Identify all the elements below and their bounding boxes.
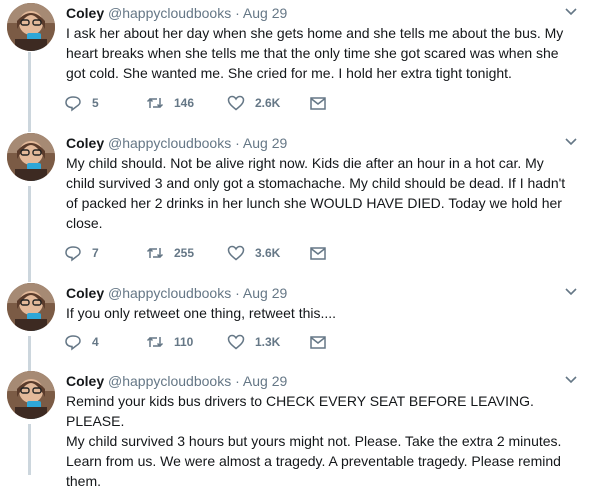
retweet-button[interactable]: 146 [146, 93, 194, 113]
avatar[interactable] [7, 133, 55, 181]
like-count: 3.6K [255, 246, 281, 260]
avatar[interactable] [7, 3, 55, 51]
display-name[interactable]: Coley [66, 5, 104, 21]
direct-message-button[interactable] [309, 243, 337, 263]
handle[interactable]: @happycloudbooks [108, 5, 231, 21]
tweet-text: My child should. Not be alive right now.… [66, 153, 576, 233]
chevron-down-icon[interactable] [564, 7, 578, 17]
direct-message-button[interactable] [309, 93, 337, 113]
tweet-text: If you only retweet one thing, retweet t… [66, 303, 576, 323]
retweet-button[interactable]: 255 [146, 243, 194, 263]
tweet-header: Coley @happycloudbooks · Aug 29 [66, 134, 287, 152]
tweet[interactable]: Coley @happycloudbooks · Aug 29 If you o… [0, 283, 598, 363]
handle[interactable]: @happycloudbooks [108, 373, 231, 389]
tweet-line: If you only retweet one thing, retweet t… [66, 305, 337, 321]
retweet-icon [146, 247, 164, 259]
chevron-down-icon[interactable] [564, 287, 578, 297]
separator: · [235, 285, 240, 301]
tweet[interactable]: Coley @happycloudbooks · Aug 29 Remind y… [0, 371, 598, 489]
tweet-line: child survived 3 and only got a stomacha… [66, 175, 566, 191]
like-count: 2.6K [255, 96, 281, 110]
like-count: 1.3K [255, 335, 281, 349]
reply-icon [65, 335, 81, 351]
tweet-line: them. [66, 473, 102, 489]
reply-count: 5 [92, 96, 99, 110]
display-name[interactable]: Coley [66, 285, 104, 301]
separator: · [235, 5, 240, 21]
retweet-icon [146, 336, 164, 348]
timestamp[interactable]: Aug 29 [243, 5, 287, 21]
tweet-header: Coley @happycloudbooks · Aug 29 [66, 284, 287, 302]
reply-button[interactable]: 5 [64, 93, 99, 113]
envelope-icon [310, 336, 326, 349]
tweet-actions: 5 146 2.6K [64, 93, 364, 113]
tweet-line: of packed her 2 drinks in her lunch she … [66, 195, 562, 211]
tweet-text: I ask her about her day when she gets ho… [66, 23, 576, 83]
timestamp[interactable]: Aug 29 [243, 285, 287, 301]
tweet-header: Coley @happycloudbooks · Aug 29 [66, 372, 287, 390]
heart-icon [227, 334, 245, 350]
retweet-button[interactable]: 110 [146, 332, 193, 352]
tweet[interactable]: Coley @happycloudbooks · Aug 29 I ask he… [0, 3, 598, 123]
tweet-line: Remind your kids bus drivers to CHECK EV… [66, 393, 534, 429]
display-name[interactable]: Coley [66, 135, 104, 151]
retweet-count: 110 [174, 335, 194, 349]
avatar[interactable] [7, 283, 55, 331]
tweet-line: I ask her about her day when she gets ho… [66, 25, 564, 41]
envelope-icon [310, 247, 326, 260]
timestamp[interactable]: Aug 29 [243, 373, 287, 389]
retweet-count: 255 [174, 246, 195, 260]
reply-count: 7 [92, 246, 99, 260]
timestamp[interactable]: Aug 29 [243, 135, 287, 151]
separator: · [235, 373, 240, 389]
tweet-actions: 4 110 1.3K [64, 332, 364, 352]
like-button[interactable]: 1.3K [227, 332, 280, 352]
tweet-line: My child survived 3 hours but yours migh… [66, 433, 562, 449]
avatar[interactable] [7, 371, 55, 419]
heart-icon [227, 95, 245, 111]
handle[interactable]: @happycloudbooks [108, 135, 231, 151]
reply-button[interactable]: 7 [64, 243, 99, 263]
retweet-count: 146 [174, 96, 195, 110]
envelope-icon [310, 97, 326, 110]
like-button[interactable]: 3.6K [227, 243, 280, 263]
like-button[interactable]: 2.6K [227, 93, 280, 113]
separator: · [235, 135, 240, 151]
tweet-text: Remind your kids bus drivers to CHECK EV… [66, 391, 576, 491]
reply-icon [65, 246, 81, 262]
tweet-line: got cold. She wanted me. She cried for m… [66, 65, 512, 81]
tweet[interactable]: Coley @happycloudbooks · Aug 29 My child… [0, 133, 598, 273]
reply-icon [65, 96, 81, 112]
tweet-line: Learn from us. We were almost a tragedy.… [66, 453, 561, 469]
handle[interactable]: @happycloudbooks [108, 285, 231, 301]
heart-icon [227, 245, 245, 261]
direct-message-button[interactable] [309, 332, 337, 352]
reply-button[interactable]: 4 [64, 332, 99, 352]
tweet-line: close. [66, 215, 103, 231]
tweet-line: heart breaks when she tells me that the … [66, 45, 559, 61]
retweet-icon [146, 97, 164, 109]
tweet-line: My child should. Not be alive right now.… [66, 155, 544, 171]
chevron-down-icon[interactable] [564, 137, 578, 147]
reply-count: 4 [92, 335, 99, 349]
chevron-down-icon[interactable] [564, 375, 578, 385]
tweet-actions: 7 255 3.6K [64, 243, 364, 263]
display-name[interactable]: Coley [66, 373, 104, 389]
tweet-header: Coley @happycloudbooks · Aug 29 [66, 4, 287, 22]
